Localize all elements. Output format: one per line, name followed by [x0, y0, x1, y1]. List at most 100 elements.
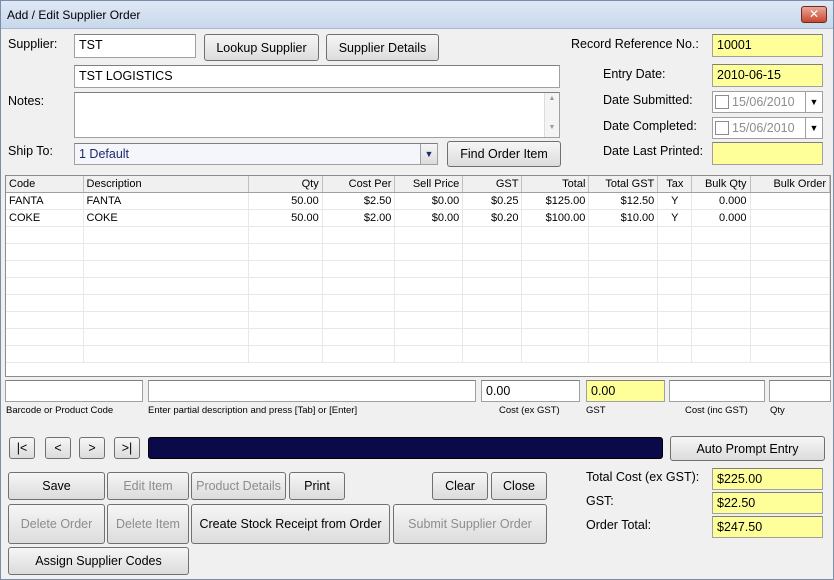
save-button[interactable]: Save: [8, 472, 105, 500]
column-header[interactable]: Total: [522, 176, 590, 192]
edit-item-button[interactable]: Edit Item: [107, 472, 189, 500]
table-cell: COKE: [6, 210, 84, 226]
delete-item-button[interactable]: Delete Item: [107, 504, 189, 544]
order-items-grid[interactable]: Code Description Qty Cost Per Sell Price GST T…: [5, 175, 831, 377]
date-printed-field[interactable]: [712, 142, 823, 165]
table-row[interactable]: [6, 244, 830, 261]
barcode-input[interactable]: [5, 380, 143, 402]
cost-inc-gst-label: Cost (inc GST): [685, 405, 748, 416]
product-details-button[interactable]: Product Details: [191, 472, 286, 500]
table-cell: [395, 295, 464, 311]
table-cell: [522, 244, 590, 260]
table-cell: 0.000: [692, 210, 751, 226]
table-row[interactable]: [6, 227, 830, 244]
create-stock-receipt-button[interactable]: Create Stock Receipt from Order: [191, 504, 390, 544]
ship-to-value: 1 Default: [79, 147, 130, 161]
close-label: Close: [503, 479, 535, 493]
chevron-down-icon[interactable]: ▼: [420, 144, 437, 164]
date-printed-label: Date Last Printed:: [603, 144, 704, 158]
delete-order-button[interactable]: Delete Order: [8, 504, 105, 544]
product-details-label: Product Details: [196, 479, 281, 493]
previous-record-button[interactable]: <: [45, 437, 71, 459]
qty-input[interactable]: [769, 380, 831, 402]
submit-supplier-order-button[interactable]: Submit Supplier Order: [393, 504, 547, 544]
gst-input[interactable]: 0.00: [586, 380, 665, 402]
assign-supplier-codes-button[interactable]: Assign Supplier Codes: [8, 547, 189, 575]
supplier-code-input[interactable]: TST: [74, 34, 196, 58]
delete-order-label: Delete Order: [20, 517, 93, 531]
column-header[interactable]: Tax: [658, 176, 693, 192]
table-cell: [522, 278, 590, 294]
table-cell: [658, 329, 693, 345]
description-search-input[interactable]: [148, 380, 476, 402]
auto-prompt-entry-button[interactable]: Auto Prompt Entry: [670, 436, 825, 461]
table-cell: [589, 244, 659, 260]
table-cell: [463, 295, 523, 311]
cost-ex-gst-input[interactable]: 0.00: [481, 380, 580, 402]
clear-button[interactable]: Clear: [432, 472, 488, 500]
ship-to-select[interactable]: 1 Default ▼: [74, 143, 438, 165]
table-row[interactable]: [6, 312, 830, 329]
table-cell: [589, 261, 659, 277]
table-cell: [589, 329, 659, 345]
table-row[interactable]: COKE COKE 50.00 $2.00 $0.00 $0.20 $100.00 $10.0…: [6, 210, 830, 227]
record-ref-field[interactable]: 10001: [712, 34, 823, 57]
print-button[interactable]: Print: [289, 472, 345, 500]
table-cell: [589, 346, 659, 362]
total-cost-field[interactable]: $225.00: [712, 468, 823, 490]
date-submitted-picker[interactable]: 15/06/2010 ▼: [712, 91, 823, 113]
table-row[interactable]: [6, 278, 830, 295]
notes-scrollbar[interactable]: ▲ ▼: [544, 93, 559, 137]
date-submitted-checkbox[interactable]: [715, 95, 729, 109]
table-cell: [692, 346, 751, 362]
first-icon: |<: [16, 441, 28, 455]
table-cell: [589, 278, 659, 294]
table-cell: $100.00: [522, 210, 590, 226]
column-header[interactable]: Bulk Order: [751, 176, 830, 192]
column-header[interactable]: Bulk Qty: [692, 176, 751, 192]
qty-entry-label: Qty: [770, 405, 785, 416]
column-header[interactable]: Sell Price: [395, 176, 464, 192]
date-completed-value: 15/06/2010: [732, 121, 795, 135]
table-cell: [692, 295, 751, 311]
lookup-supplier-button[interactable]: Lookup Supplier: [204, 34, 319, 61]
table-row[interactable]: [6, 295, 830, 312]
cost-inc-gst-input[interactable]: [669, 380, 765, 402]
table-row[interactable]: [6, 261, 830, 278]
table-cell: [692, 244, 751, 260]
order-total-field[interactable]: $247.50: [712, 516, 823, 538]
table-cell: [463, 312, 523, 328]
column-header[interactable]: Total GST: [589, 176, 659, 192]
calendar-dropdown-icon[interactable]: ▼: [805, 92, 822, 112]
table-cell: $2.00: [323, 210, 396, 226]
table-cell: [6, 244, 84, 260]
find-order-item-button[interactable]: Find Order Item: [447, 141, 561, 167]
total-gst-field[interactable]: $22.50: [712, 492, 823, 514]
entry-date-field[interactable]: 2010-06-15: [712, 64, 823, 87]
first-record-button[interactable]: |<: [9, 437, 35, 459]
column-header[interactable]: Description: [84, 176, 250, 192]
date-completed-picker[interactable]: 15/06/2010 ▼: [712, 117, 823, 139]
table-cell: [692, 329, 751, 345]
table-row[interactable]: FANTA FANTA 50.00 $2.50 $0.00 $0.25 $125.00 $12…: [6, 193, 830, 210]
calendar-dropdown-icon[interactable]: ▼: [805, 118, 822, 138]
notes-textarea[interactable]: [74, 92, 560, 138]
supplier-name-field[interactable]: TST LOGISTICS: [74, 65, 560, 88]
column-header[interactable]: Cost Per: [323, 176, 396, 192]
close-window-button[interactable]: ✕: [801, 6, 827, 23]
next-record-button[interactable]: >: [79, 437, 105, 459]
column-header[interactable]: GST: [463, 176, 523, 192]
column-header[interactable]: Code: [6, 176, 84, 192]
table-cell: [522, 312, 590, 328]
grid-header: Code Description Qty Cost Per Sell Price GST T…: [6, 176, 830, 193]
last-record-button[interactable]: >|: [114, 437, 140, 459]
table-cell: [395, 244, 464, 260]
supplier-details-button[interactable]: Supplier Details: [326, 34, 439, 61]
table-cell: [658, 244, 693, 260]
column-header[interactable]: Qty: [249, 176, 323, 192]
date-completed-checkbox[interactable]: [715, 121, 729, 135]
table-row[interactable]: [6, 329, 830, 346]
close-button[interactable]: Close: [491, 472, 547, 500]
table-cell: [658, 346, 693, 362]
table-row[interactable]: [6, 346, 830, 363]
